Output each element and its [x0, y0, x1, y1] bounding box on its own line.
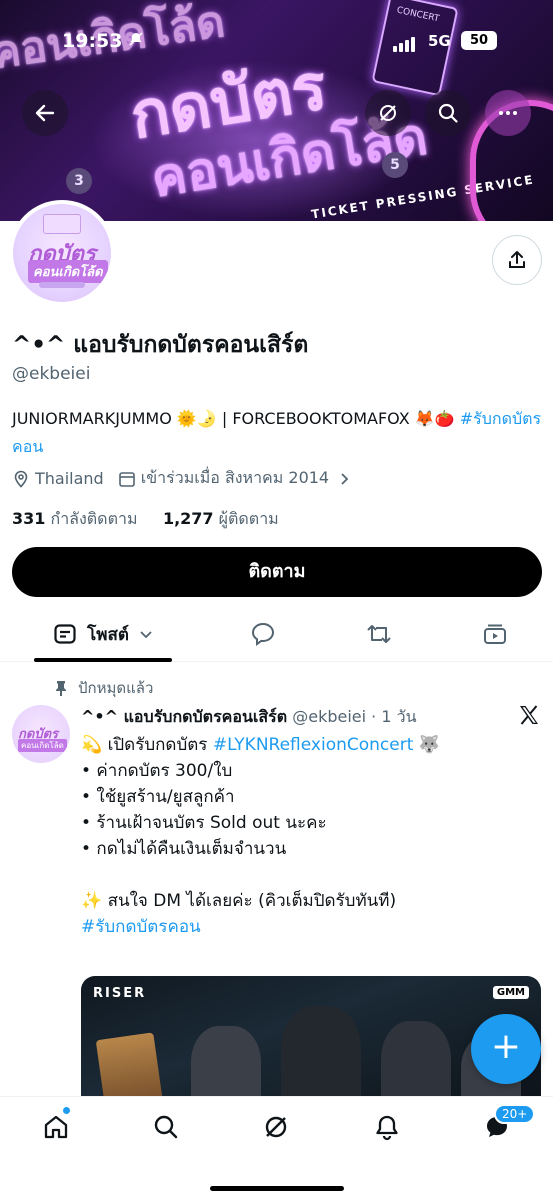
tab-posts[interactable]: โพสต์: [34, 606, 172, 662]
joined-text: เข้าร่วมเมื่อ สิงหาคม 2014: [140, 468, 330, 487]
follow-counts: 331 กำลังติดตาม 1,277 ผู้ติดตาม: [12, 507, 279, 532]
grok-icon: [265, 1116, 287, 1138]
post-bullets: • ค่ากดบัตร 300/ใบ • ใช้ยูสร้าน/ยูสลูกค้…: [81, 761, 397, 911]
share-button[interactable]: [492, 235, 542, 285]
share-icon: [509, 251, 525, 268]
search-button[interactable]: [425, 90, 471, 136]
avatar-text-sub: คอนเกิดโล้ด: [28, 260, 108, 283]
avatar-ticket-graphic: [43, 214, 81, 234]
messages-badge: 20+: [494, 1104, 536, 1124]
profile-tabs: โพสต์: [0, 606, 553, 662]
media-video-icon: [484, 624, 506, 644]
followers-link[interactable]: 1,277 ผู้ติดตาม: [163, 509, 279, 528]
bell-icon: [376, 1115, 398, 1141]
status-time: 19:53: [62, 30, 123, 52]
post-line1-suffix: 🐺: [413, 735, 440, 755]
post-author-name: ^•^ แอบรับกดบัตรคอนเสิร์ต: [81, 707, 288, 726]
pinned-text: ปักหมุดแล้ว: [78, 679, 154, 697]
location-item: Thailand: [12, 469, 104, 488]
reply-bubble-icon: [251, 622, 275, 646]
post-body: 💫 เปิดรับกดบัตร #LYKNReflexionConcert 🐺 …: [81, 732, 541, 940]
more-button[interactable]: [485, 90, 531, 136]
grok-icon: [380, 105, 396, 121]
joined-item[interactable]: เข้าร่วมเมื่อ สิงหาคม 2014: [118, 466, 356, 491]
more-dots-icon: [499, 111, 517, 115]
post-header[interactable]: ^•^ แอบรับกดบัตรคอนเสิร์ต @ekbeiei · 1 ว…: [81, 705, 417, 730]
pinned-label: ปักหมุดแล้ว: [54, 676, 153, 700]
following-count: 331: [12, 509, 46, 528]
chevron-down-icon: [140, 631, 152, 639]
nav-home[interactable]: [40, 1111, 72, 1143]
profile-avatar[interactable]: กดบัตร คอนเกิดโล้ด: [9, 200, 115, 306]
tab-reposts[interactable]: [359, 606, 399, 662]
profile-handle: @ekbeiei: [12, 364, 91, 384]
pin-icon: [56, 681, 66, 696]
post-author-handle-time: @ekbeiei · 1 วัน: [292, 707, 417, 726]
avatar-underline: [39, 282, 85, 288]
post-hashtag-link[interactable]: #LYKNReflexionConcert: [213, 735, 414, 755]
home-indicator: [210, 1186, 344, 1191]
post-hashtag-end-link[interactable]: #รับกดบัตรคอน: [81, 917, 201, 937]
banner-coin-left: 3: [66, 168, 92, 194]
bio-text: JUNIORMARKJUMMO 🌞🌛 | FORCEBOOKTOMAFOX 🦊🍅: [12, 409, 460, 428]
silent-bell-icon: [128, 31, 144, 51]
profile-name: ^•^ แอบรับกดบัตรคอนเสิร์ต: [12, 332, 309, 358]
post-author-avatar[interactable]: กดบัตร คอนเกิดโล้ด: [12, 705, 70, 763]
arrow-left-icon: [35, 104, 55, 122]
post-line1-prefix: 💫 เปิดรับกดบัตร: [81, 735, 213, 755]
profile-bio: JUNIORMARKJUMMO 🌞🌛 | FORCEBOOKTOMAFOX 🦊🍅…: [12, 405, 542, 461]
repost-icon: [367, 625, 391, 643]
image-logo-left: RISER: [93, 986, 147, 1001]
banner-coin-right: 5: [382, 152, 408, 178]
x-logo-icon: [518, 704, 540, 732]
profile-meta: Thailand เข้าร่วมเมื่อ สิงหาคม 2014: [12, 466, 370, 491]
battery-indicator: 50: [461, 31, 497, 50]
grok-button[interactable]: [365, 90, 411, 136]
post-avatar-subtext: คอนเกิดโล้ด: [18, 739, 67, 752]
status-bar: 19:53 5G 50: [0, 0, 553, 52]
tab-posts-label: โพสต์: [87, 624, 129, 645]
followers-count: 1,277: [162, 509, 214, 528]
nav-notifications[interactable]: [371, 1111, 403, 1143]
image-logo-right: GMM: [492, 986, 529, 999]
nav-search[interactable]: [150, 1111, 182, 1143]
followers-label: ผู้ติดตาม: [218, 509, 279, 528]
search-icon: [154, 1115, 178, 1139]
back-button[interactable]: [22, 90, 68, 136]
chevron-right-icon: [341, 472, 349, 485]
tab-replies[interactable]: [243, 606, 283, 662]
avatar-image: กดบัตร คอนเกิดโล้ด: [13, 204, 111, 302]
network-label: 5G: [428, 32, 451, 50]
tab-media[interactable]: [475, 606, 515, 662]
following-label: กำลังติดตาม: [50, 509, 138, 528]
home-notification-dot: [62, 1106, 71, 1115]
bottom-nav: 20+: [0, 1096, 553, 1200]
signal-icon: [393, 33, 417, 52]
following-link[interactable]: 331 กำลังติดตาม: [12, 509, 138, 528]
compose-fab-button[interactable]: +: [471, 1014, 541, 1084]
active-tab-indicator: [34, 658, 172, 662]
home-icon: [44, 1115, 68, 1139]
follow-button[interactable]: ติดตาม: [12, 547, 542, 597]
posts-icon: [54, 624, 76, 644]
search-icon: [438, 103, 458, 123]
location-text: Thailand: [35, 469, 104, 488]
nav-grok[interactable]: [260, 1111, 292, 1143]
calendar-icon: [118, 471, 135, 487]
location-pin-icon: [14, 470, 28, 488]
